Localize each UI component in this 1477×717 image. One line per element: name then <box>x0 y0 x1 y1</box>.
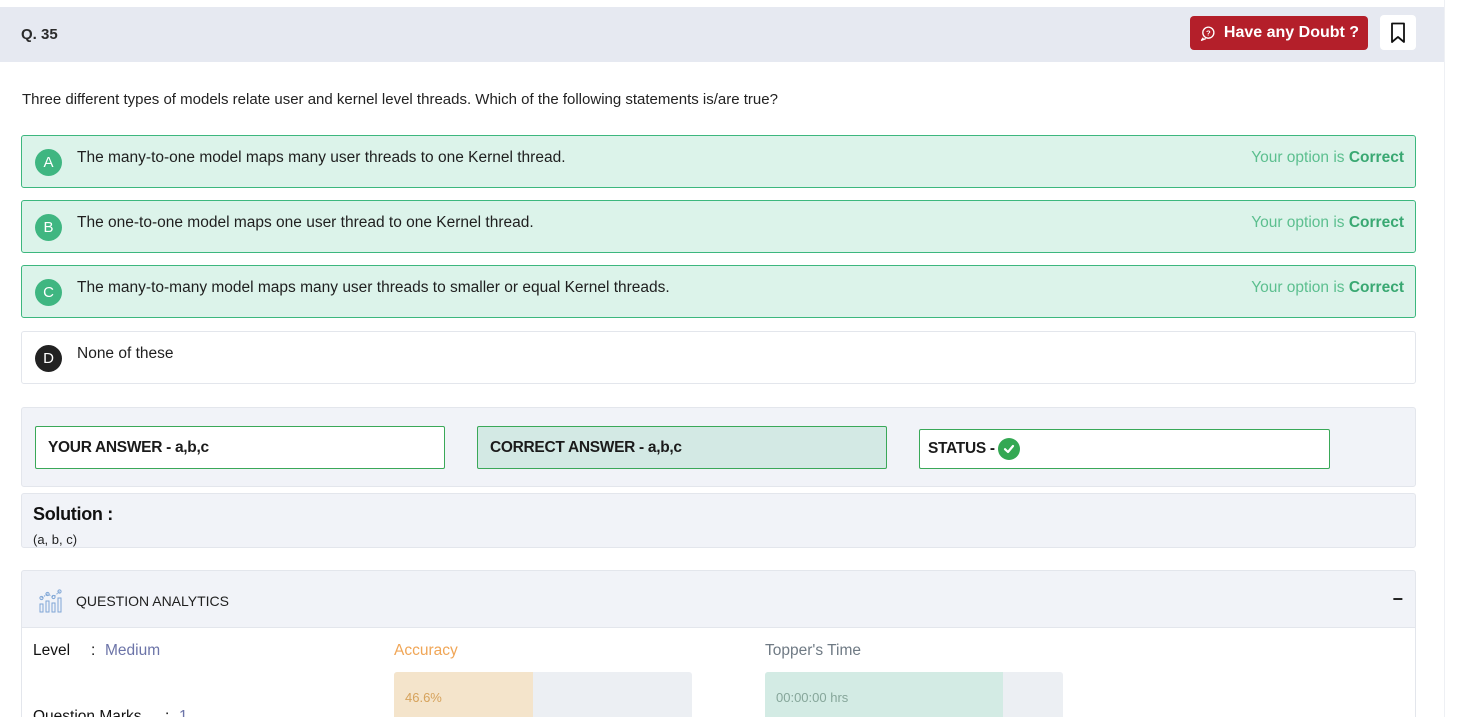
your-answer-box: YOUR ANSWER - a,b,c <box>35 426 445 469</box>
option-a-letter: A <box>35 149 62 176</box>
option-d-letter: D <box>35 345 62 372</box>
question-analytics-title: QUESTION ANALYTICS <box>76 593 229 609</box>
option-d[interactable]: D None of these <box>21 331 1416 384</box>
have-doubt-button[interactable]: ? Have any Doubt ? <box>1190 16 1368 50</box>
option-b-letter: B <box>35 214 62 241</box>
level-separator: : <box>91 642 96 659</box>
question-text: Three different types of models relate u… <box>22 91 778 108</box>
analytics-icon <box>39 589 62 613</box>
check-circle-icon <box>997 438 1020 460</box>
option-a-status: Your option is Correct <box>1251 149 1404 166</box>
question-marks-value: 1 <box>179 708 188 717</box>
bookmark-button[interactable] <box>1380 15 1416 50</box>
question-marks-separator: : <box>165 708 170 717</box>
option-c-letter: C <box>35 279 62 306</box>
level-label: Level <box>33 642 71 659</box>
solution-title: Solution : <box>33 504 113 524</box>
toppers-time-label: Topper's Time <box>765 642 861 659</box>
solution-body: (a, b, c) <box>33 532 78 547</box>
accuracy-label: Accuracy <box>394 642 458 659</box>
option-b-text: The one-to-one model maps one user threa… <box>77 214 534 231</box>
correct-answer-box: CORRECT ANSWER - a,b,c <box>477 426 887 469</box>
have-doubt-label: Have any Doubt ? <box>1223 24 1360 41</box>
option-b[interactable]: B The one-to-one model maps one user thr… <box>21 200 1416 253</box>
option-a-text: The many-to-one model maps many user thr… <box>77 149 566 166</box>
accuracy-value: 46.6% <box>405 690 442 705</box>
option-c[interactable]: C The many-to-many model maps many user … <box>21 265 1416 318</box>
solution-panel: Solution : (a, b, c) <box>21 493 1416 548</box>
option-a[interactable]: A The many-to-one model maps many user t… <box>21 135 1416 188</box>
level-value: Medium <box>105 642 161 659</box>
question-marks-label: Question Marks <box>33 708 142 717</box>
option-c-status: Your option is Correct <box>1251 279 1404 296</box>
question-header: Q. 35 ? Have any Doubt ? <box>0 7 1444 62</box>
toppers-time-bar: 00:00:00 hrs <box>765 672 1063 717</box>
bookmark-icon <box>1391 22 1405 43</box>
question-number: Q. 35 <box>21 26 58 43</box>
doubt-icon: ? <box>1200 25 1215 41</box>
toppers-time-value: 00:00:00 hrs <box>776 690 849 705</box>
status-box: STATUS - <box>919 429 1330 469</box>
option-d-text: None of these <box>77 345 174 362</box>
option-b-status: Your option is Correct <box>1251 214 1404 231</box>
collapse-analytics-button[interactable]: − <box>1392 589 1403 610</box>
page-right-edge <box>1444 0 1477 717</box>
question-analytics-body: Level : Medium Question Marks : 1 Accura… <box>21 628 1416 717</box>
question-analytics-header[interactable]: QUESTION ANALYTICS − <box>21 570 1416 628</box>
svg-text:?: ? <box>1206 28 1211 37</box>
answer-summary-panel: YOUR ANSWER - a,b,c CORRECT ANSWER - a,b… <box>21 407 1416 487</box>
accuracy-bar: 46.6% <box>394 672 692 717</box>
option-c-text: The many-to-many model maps many user th… <box>77 279 670 296</box>
status-label: STATUS - <box>928 440 995 457</box>
